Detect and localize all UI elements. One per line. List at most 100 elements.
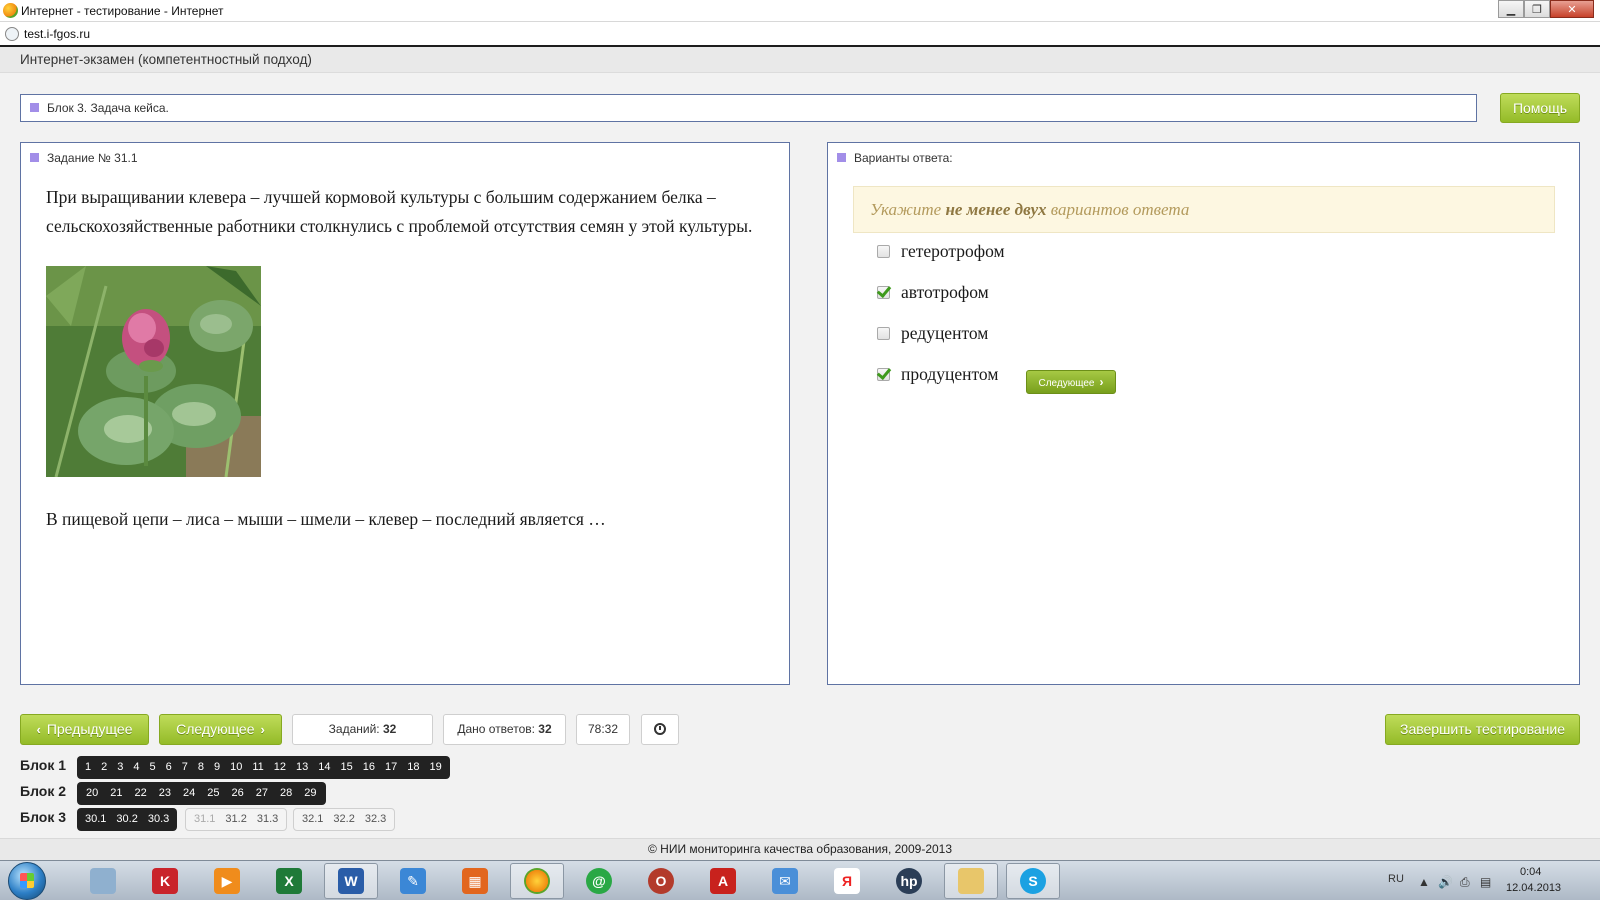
address-bar: test.i-fgos.ru xyxy=(0,22,1600,47)
square-marker-icon xyxy=(30,103,39,113)
option-autotroph[interactable]: автотрофом xyxy=(877,281,989,303)
task-link[interactable]: 2 xyxy=(96,756,112,779)
taskbar-hp[interactable]: hp xyxy=(882,863,936,899)
task-link[interactable]: 6 xyxy=(161,756,177,779)
kaspersky-icon: K xyxy=(152,868,178,894)
checkbox[interactable] xyxy=(877,244,890,258)
next-label: Следующее xyxy=(176,721,255,737)
taskbar-excel[interactable]: X xyxy=(262,863,316,899)
excel-icon: X xyxy=(276,868,302,894)
task-link[interactable]: 30.1 xyxy=(80,808,111,831)
task-link[interactable]: 15 xyxy=(336,756,358,779)
system-tray: RU ▲ 🔊 ⎙ ▤ 0:04 12.04.2013 xyxy=(1360,861,1600,900)
block-3-label: Блок 3 xyxy=(20,809,67,825)
task-link[interactable]: 11 xyxy=(247,756,268,779)
previous-button[interactable]: ‹ Предыдущее xyxy=(20,714,149,745)
task-link[interactable]: 32.3 xyxy=(360,809,391,830)
usb-device-icon[interactable]: ⎙ xyxy=(1460,875,1470,890)
page-header: Интернет-экзамен (компетентностный подхо… xyxy=(0,47,1600,73)
task-link[interactable]: 3 xyxy=(112,756,128,779)
task-link[interactable]: 9 xyxy=(209,756,225,779)
taskbar-notepad[interactable]: ✎ xyxy=(386,863,440,899)
start-button[interactable] xyxy=(8,862,46,900)
task-link[interactable]: 14 xyxy=(313,756,335,779)
checkbox-checked[interactable] xyxy=(877,367,890,381)
option-producent[interactable]: продуцентом xyxy=(877,363,998,385)
next-small-button[interactable]: Следующее › xyxy=(1026,370,1116,394)
close-button[interactable]: ✕ xyxy=(1550,0,1594,18)
chevron-left-icon: ‹ xyxy=(36,722,41,737)
task-link[interactable]: 12 xyxy=(269,756,291,779)
task-link[interactable]: 17 xyxy=(380,756,402,779)
task-link[interactable]: 31.3 xyxy=(252,809,283,830)
url-text[interactable]: test.i-fgos.ru xyxy=(24,27,90,41)
network-icon[interactable]: ▤ xyxy=(1480,875,1491,889)
skype-icon: S xyxy=(1020,868,1046,894)
task-link[interactable]: 4 xyxy=(128,756,144,779)
taskbar-mail-agent[interactable]: @ xyxy=(572,863,626,899)
checkbox-checked[interactable] xyxy=(877,285,890,299)
tray-time[interactable]: 0:04 xyxy=(1520,866,1541,878)
block-3-nav-group-32: 32.1 32.2 32.3 xyxy=(293,808,396,831)
taskbar-kaspersky[interactable]: K xyxy=(138,863,192,899)
task-link[interactable]: 29 xyxy=(298,782,322,805)
taskbar-media-player[interactable]: ▶ xyxy=(200,863,254,899)
task-link[interactable]: 21 xyxy=(104,782,128,805)
finish-test-button[interactable]: Завершить тестирование xyxy=(1385,714,1580,745)
checkbox[interactable] xyxy=(877,326,890,340)
option-label: продуцентом xyxy=(901,363,999,384)
task-link-current[interactable]: 31.1 xyxy=(189,809,220,830)
word-icon: W xyxy=(338,868,364,894)
task-link[interactable]: 19 xyxy=(425,756,447,779)
taskbar-office[interactable]: ▦ xyxy=(448,863,502,899)
taskbar-acrobat[interactable]: A xyxy=(696,863,750,899)
timer-toggle-button[interactable] xyxy=(641,714,679,745)
task-link[interactable]: 18 xyxy=(402,756,424,779)
answered-value: 32 xyxy=(538,722,552,736)
task-link[interactable]: 32.2 xyxy=(328,809,359,830)
option-label: гетеротрофом xyxy=(901,240,1005,261)
taskbar-word[interactable]: W xyxy=(324,863,378,899)
task-link[interactable]: 5 xyxy=(145,756,161,779)
volume-icon[interactable]: 🔊 xyxy=(1438,875,1453,889)
task-panel: Задание № 31.1 При выращивании клевера –… xyxy=(20,142,790,685)
task-link[interactable]: 27 xyxy=(250,782,274,805)
task-link[interactable]: 1 xyxy=(80,756,96,779)
task-link[interactable]: 7 xyxy=(177,756,193,779)
task-link[interactable]: 10 xyxy=(225,756,247,779)
tray-date[interactable]: 12.04.2013 xyxy=(1506,882,1561,894)
taskbar-browser[interactable] xyxy=(510,863,564,899)
task-link[interactable]: 20 xyxy=(80,782,104,805)
task-link[interactable]: 28 xyxy=(274,782,298,805)
minimize-button[interactable]: ▁ xyxy=(1498,0,1524,18)
task-link[interactable]: 32.1 xyxy=(297,809,328,830)
task-link[interactable]: 30.3 xyxy=(143,808,174,831)
maximize-button[interactable]: ❐ xyxy=(1524,0,1550,18)
task-link[interactable]: 13 xyxy=(291,756,313,779)
task-link[interactable]: 22 xyxy=(129,782,153,805)
task-link[interactable]: 25 xyxy=(201,782,225,805)
task-link[interactable]: 30.2 xyxy=(111,808,142,831)
taskbar-opera[interactable]: O xyxy=(634,863,688,899)
taskbar-calculator[interactable] xyxy=(76,863,130,899)
task-link[interactable]: 24 xyxy=(177,782,201,805)
next-button[interactable]: Следующее › xyxy=(159,714,282,745)
language-indicator[interactable]: RU xyxy=(1388,873,1404,885)
task-link[interactable]: 23 xyxy=(153,782,177,805)
answer-panel: Варианты ответа: Укажите не менее двух в… xyxy=(827,142,1580,685)
show-hidden-icons-icon[interactable]: ▲ xyxy=(1418,875,1430,889)
option-reducent[interactable]: редуцентом xyxy=(877,322,988,344)
taskbar-explorer[interactable] xyxy=(944,863,998,899)
task-link[interactable]: 31.2 xyxy=(220,809,251,830)
taskbar-yandex[interactable]: Я xyxy=(820,863,874,899)
tasks-count: Заданий: 32 xyxy=(292,714,433,745)
task-link[interactable]: 26 xyxy=(226,782,250,805)
taskbar-outlook[interactable]: ✉ xyxy=(758,863,812,899)
window-title-bar: Интернет - тестирование - Интернет ▁ ❐ ✕ xyxy=(0,0,1600,22)
task-link[interactable]: 8 xyxy=(193,756,209,779)
task-link[interactable]: 16 xyxy=(358,756,380,779)
help-button[interactable]: Помощь xyxy=(1500,93,1580,123)
option-heterotroph[interactable]: гетеротрофом xyxy=(877,240,1005,262)
windows-taskbar: K ▶ X W ✎ ▦ @ O A ✉ Я hp S RU ▲ 🔊 ⎙ ▤ 0:… xyxy=(0,860,1600,900)
taskbar-skype[interactable]: S xyxy=(1006,863,1060,899)
